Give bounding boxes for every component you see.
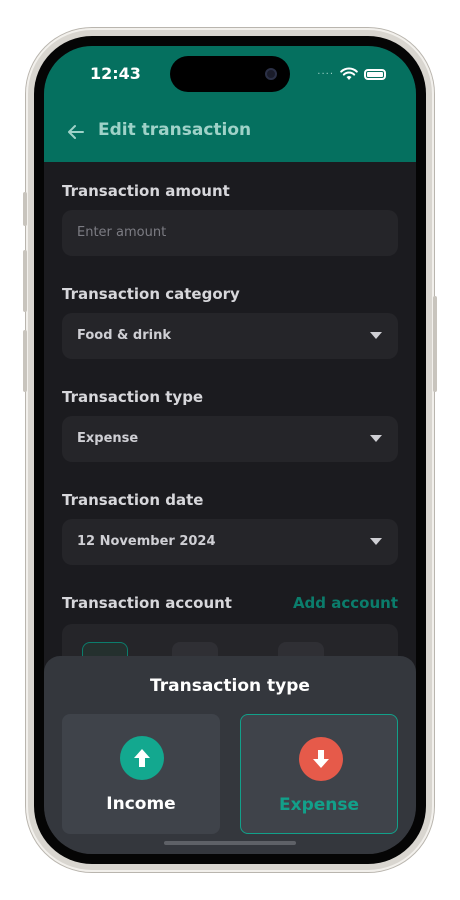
- chevron-down-icon: [370, 435, 382, 442]
- status-time: 12:43: [90, 64, 141, 83]
- arrow-up-icon: [120, 736, 164, 780]
- transaction-type-sheet: Transaction type Income Expense: [44, 656, 416, 854]
- battery-icon: [364, 68, 386, 80]
- expense-label: Expense: [278, 795, 360, 815]
- chevron-down-icon: [370, 538, 382, 545]
- date-label: Transaction date: [62, 491, 204, 509]
- sheet-title: Transaction type: [150, 676, 310, 696]
- side-button: [433, 296, 437, 392]
- side-button: [23, 330, 27, 392]
- expense-option[interactable]: Expense: [240, 714, 398, 834]
- page-title: Edit transaction: [98, 120, 252, 140]
- side-button: [23, 192, 27, 226]
- home-indicator: [164, 841, 296, 845]
- arrow-down-icon: [299, 737, 343, 781]
- arrow-left-icon[interactable]: [66, 122, 86, 142]
- amount-label: Transaction amount: [62, 182, 230, 200]
- income-option[interactable]: Income: [62, 714, 220, 834]
- type-select[interactable]: Expense: [62, 416, 398, 462]
- category-label: Transaction category: [62, 285, 240, 303]
- income-label: Income: [106, 794, 176, 814]
- amount-input[interactable]: Enter amount: [62, 210, 398, 256]
- wifi-icon: [340, 67, 358, 80]
- app-header: 12:43 ···· Edit transaction: [44, 46, 416, 162]
- side-button: [23, 250, 27, 312]
- category-value: Food & drink: [77, 328, 171, 343]
- type-value: Expense: [77, 431, 139, 446]
- date-select[interactable]: 12 November 2024: [62, 519, 398, 565]
- account-label: Transaction account: [62, 594, 232, 612]
- type-label: Transaction type: [62, 388, 204, 406]
- signal-icon: ····: [317, 68, 334, 80]
- amount-placeholder: Enter amount: [77, 225, 167, 240]
- add-account-link[interactable]: Add account: [293, 594, 398, 612]
- camera-icon: [265, 68, 277, 80]
- app-screen: 12:43 ···· Edit transaction Transaction …: [44, 46, 416, 854]
- category-select[interactable]: Food & drink: [62, 313, 398, 359]
- chevron-down-icon: [370, 332, 382, 339]
- date-value: 12 November 2024: [77, 534, 216, 549]
- status-icons: ····: [317, 66, 386, 82]
